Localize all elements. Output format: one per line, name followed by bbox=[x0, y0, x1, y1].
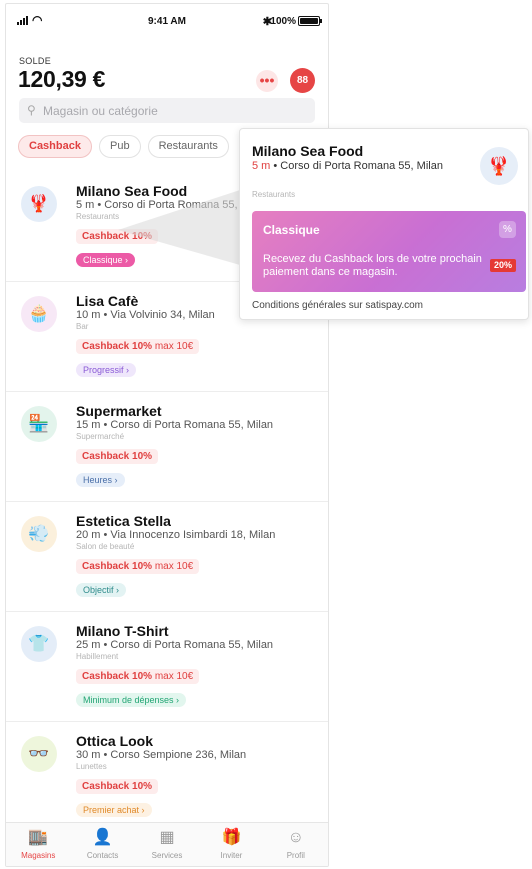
store-address: 15 m • Corso di Porta Romana 55, Milan bbox=[76, 419, 274, 431]
cashback-max: max 10€ bbox=[152, 341, 194, 352]
cashback-label: Cashback 10% bbox=[82, 451, 153, 462]
card-description: Recevez du Cashback lors de votre procha… bbox=[263, 253, 482, 278]
store-name: Ottica Look bbox=[76, 733, 154, 749]
store-row[interactable]: 💨 Estetica Stella 20 m • Via Innocenzo Isi… bbox=[6, 502, 328, 612]
cashback-type-tag[interactable]: Heures › bbox=[76, 473, 125, 487]
cashback-label: Cashback 10% bbox=[82, 561, 153, 572]
store-category: Bar bbox=[76, 322, 89, 331]
popup-store-name: Milano Sea Food bbox=[252, 143, 364, 159]
tab-magasins[interactable]: 🏬 Magasins bbox=[6, 823, 70, 866]
cashback-badge: Cashback 10% max 10€ bbox=[76, 559, 200, 574]
tab-profil[interactable]: ☺ Profil bbox=[264, 823, 328, 866]
store-name: Milano T-Shirt bbox=[76, 623, 169, 639]
card-title: Classique bbox=[263, 223, 320, 237]
store-category: Salon de beauté bbox=[76, 542, 135, 551]
store-icon: 🏬 bbox=[28, 829, 49, 846]
store-category: Habillement bbox=[76, 652, 119, 661]
cashback-badge: Cashback 10% bbox=[76, 779, 159, 794]
popup-distance: 5 m bbox=[252, 160, 271, 172]
popup-pointer-shade bbox=[118, 190, 240, 265]
cashback-label: Cashback 10% bbox=[82, 671, 153, 682]
cashback-badge: Cashback 10% bbox=[76, 449, 159, 464]
services-icon: ▦ bbox=[159, 829, 175, 846]
tab-bar: 🏬 Magasins 👤 Contacts ▦ Services 🎁 Inviter ☺ Prof… bbox=[6, 822, 328, 866]
filter-chips: Cashback Pub Restaurants bbox=[18, 135, 229, 160]
cashback-label: Cashback 10% bbox=[82, 341, 153, 352]
tab-label: Contacts bbox=[86, 851, 119, 860]
tab-label: Profil bbox=[286, 851, 305, 860]
balance-value: 120,39 € bbox=[18, 66, 106, 92]
cashback-badge: Cashback 10% max 10€ bbox=[76, 339, 200, 354]
balance-label: SOLDE bbox=[19, 56, 52, 66]
popup-store-address: 5 m • Corso di Porta Romana 55, Milan bbox=[252, 160, 462, 173]
store-row[interactable]: 👓 Ottica Look 30 m • Corso Sempione 236, M… bbox=[6, 722, 328, 832]
cashback-max: max 10€ bbox=[152, 671, 194, 682]
shop-icon: 🏪 bbox=[21, 406, 57, 442]
store-address: 30 m • Corso Sempione 236, Milan bbox=[76, 749, 247, 761]
gift-icon: 🎁 bbox=[221, 829, 242, 846]
percent-icon: % bbox=[499, 221, 516, 238]
qr-grid-button[interactable]: 88 bbox=[290, 68, 315, 93]
cashback-card[interactable]: Classique % Recevez du Cashback lors de … bbox=[252, 211, 526, 292]
profile-icon: ☺ bbox=[287, 829, 304, 846]
cupcake-icon: 🧁 bbox=[21, 296, 57, 332]
tab-label: Inviter bbox=[220, 851, 243, 860]
store-category: Supermarché bbox=[76, 432, 125, 441]
cashback-type-tag[interactable]: Premier achat › bbox=[76, 803, 152, 817]
popup-address-text: • Corso di Porta Romana 55, Milan bbox=[270, 160, 443, 172]
cashback-type-tag[interactable]: Progressif › bbox=[76, 363, 137, 377]
cashback-type-tag[interactable]: Objectif › bbox=[76, 583, 127, 597]
store-row[interactable]: 🏪 Supermarket 15 m • Corso di Porta Romana… bbox=[6, 392, 328, 502]
cashback-type-tag[interactable]: Minimum de dépenses › bbox=[76, 693, 187, 707]
lobster-icon: 🦞 bbox=[480, 147, 518, 185]
cashback-max: max 10€ bbox=[152, 561, 194, 572]
store-category: Restaurants bbox=[76, 212, 120, 221]
cashback-percent-badge: 20% bbox=[489, 259, 516, 272]
cashback-badge: Cashback 10% max 10€ bbox=[76, 669, 200, 684]
tab-contacts[interactable]: 👤 Contacts bbox=[70, 823, 134, 866]
hairdryer-icon: 💨 bbox=[21, 516, 57, 552]
terms-link[interactable]: Conditions générales sur satispay.com bbox=[252, 300, 423, 311]
store-name: Lisa Cafè bbox=[76, 293, 139, 309]
store-name: Supermarket bbox=[76, 403, 162, 419]
battery-percent: 100% bbox=[270, 16, 296, 27]
cashback-label: Cashback 10% bbox=[82, 781, 153, 792]
status-bar: ◠ 9:41 AM ✱ 100% bbox=[6, 4, 328, 40]
search-input[interactable] bbox=[43, 102, 303, 119]
store-detail-popup[interactable]: Milano Sea Food 5 m • Corso di Porta Rom… bbox=[239, 128, 529, 320]
tab-inviter[interactable]: 🎁 Inviter bbox=[199, 823, 263, 866]
store-address: 25 m • Corso di Porta Romana 55, Milan bbox=[76, 639, 274, 651]
store-name: Estetica Stella bbox=[76, 513, 171, 529]
chip-pub[interactable]: Pub bbox=[98, 135, 141, 158]
store-address: 20 m • Via Innocenzo Isimbardi 18, Milan bbox=[76, 529, 276, 541]
tab-services[interactable]: ▦ Services bbox=[135, 823, 199, 866]
search-icon: ⚲ bbox=[27, 103, 36, 117]
glasses-icon: 👓 bbox=[21, 736, 57, 772]
chip-restaurants[interactable]: Restaurants bbox=[147, 135, 229, 158]
lobster-icon: 🦞 bbox=[21, 186, 57, 222]
popup-store-category: Restaurants bbox=[252, 190, 296, 199]
more-button[interactable]: ••• bbox=[256, 70, 278, 92]
battery-icon bbox=[298, 16, 322, 26]
store-row[interactable]: 👕 Milano T-Shirt 25 m • Corso di Porta Rom… bbox=[6, 612, 328, 722]
search-bar[interactable]: ⚲ bbox=[19, 98, 315, 123]
tshirt-icon: 👕 bbox=[21, 626, 57, 662]
contacts-icon: 👤 bbox=[92, 829, 113, 846]
chip-cashback[interactable]: Cashback bbox=[18, 135, 92, 158]
tab-label: Services bbox=[151, 851, 183, 860]
store-category: Lunettes bbox=[76, 762, 107, 771]
tab-label: Magasins bbox=[21, 851, 56, 860]
